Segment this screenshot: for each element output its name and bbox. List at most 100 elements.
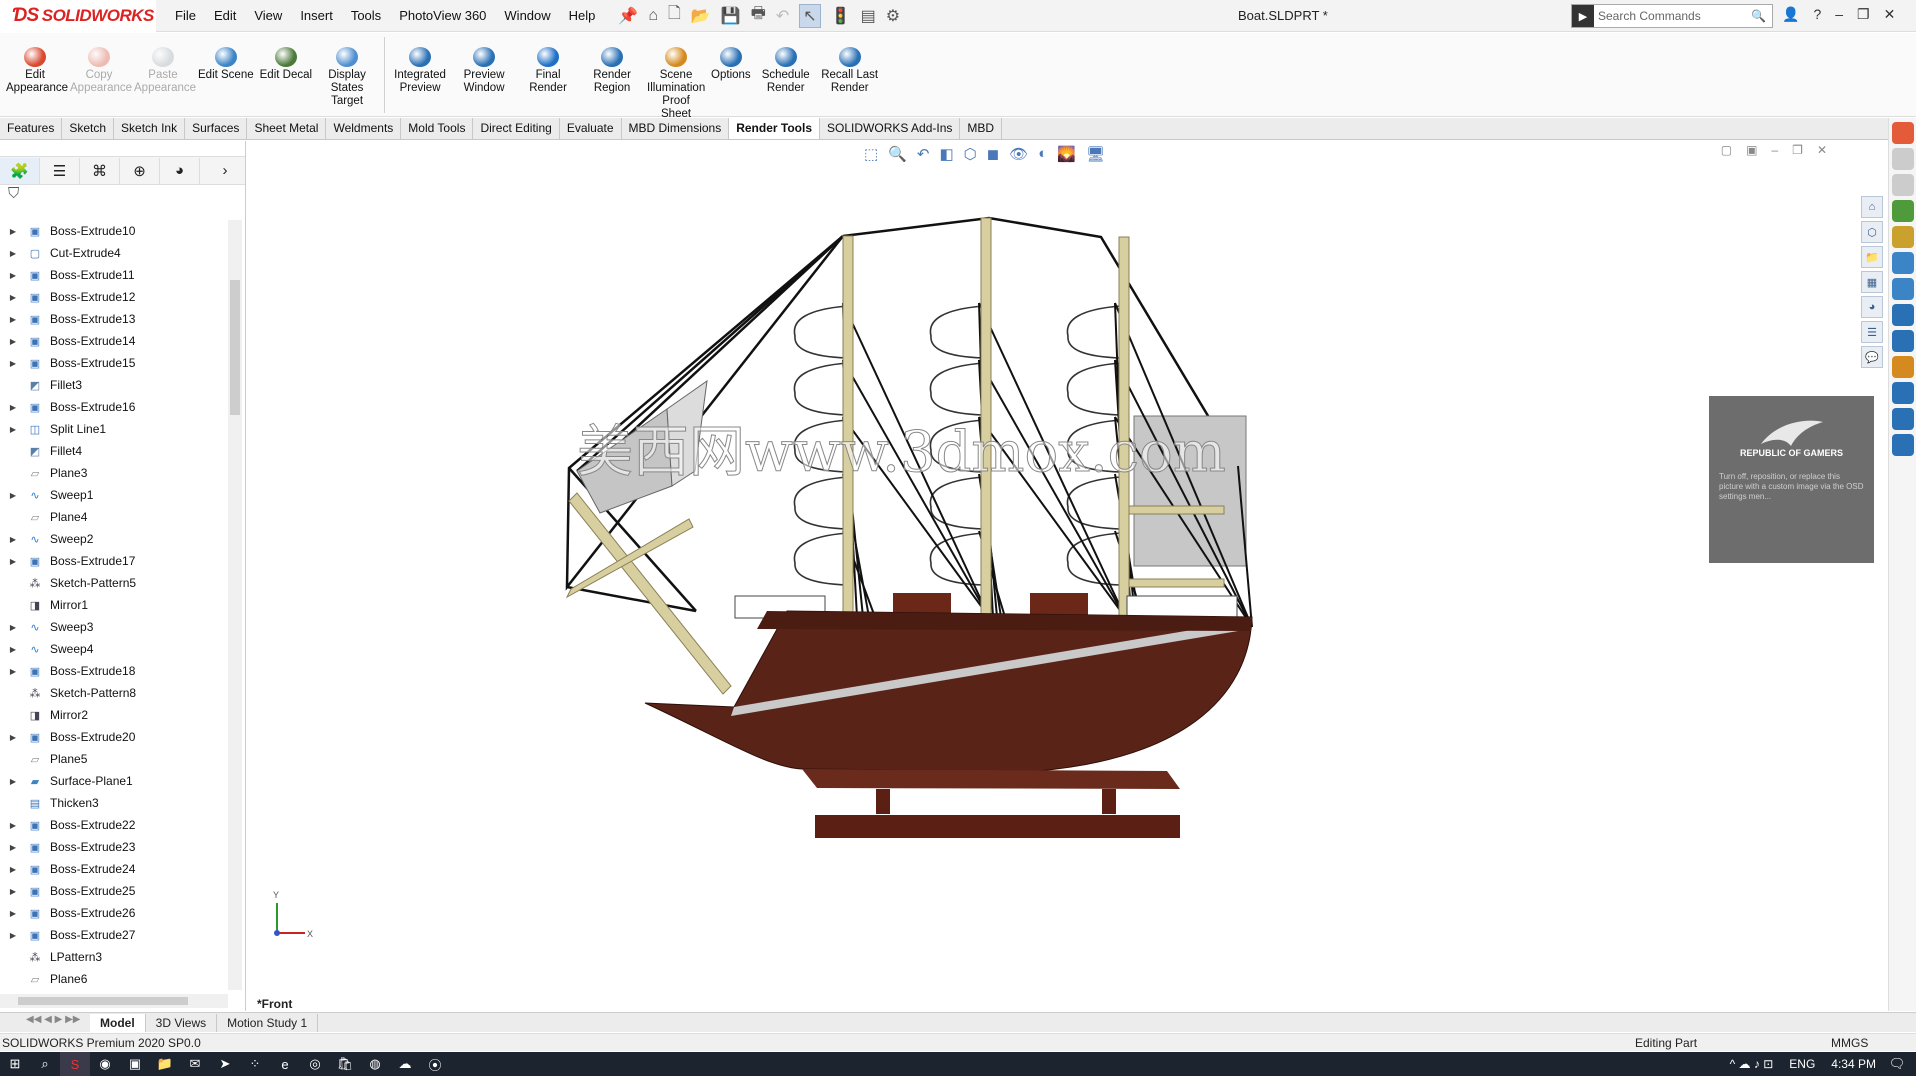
edit-decal-button[interactable]: Edit Decal [260,33,312,82]
expand-arrow-icon[interactable]: ▶ [6,271,20,280]
expand-arrow-icon[interactable]: ▶ [6,337,20,346]
expand-arrow-icon[interactable]: ▶ [6,403,20,412]
proof-sheet-pane-icon[interactable] [1892,356,1914,378]
tree-item[interactable]: ▶ ▣ Boss-Extrude23 [0,836,232,858]
tree-item[interactable]: ◩ Fillet3 [0,374,232,396]
telegram-icon[interactable]: ➤ [210,1052,240,1076]
graphics-area[interactable]: ⬚ 🔍 ↶ ◧ ⬡ ◼ 👁 ◐ 🌄 🖥 ▢ ▣ – ❐ ✕ Y X 美西网www… [247,141,1887,1011]
copy-appearance-button[interactable]: Copy Appearance [70,33,132,95]
clock[interactable]: 4:34 PM [1831,1057,1876,1071]
edit-scene-button[interactable]: Edit Scene [198,33,254,82]
menu-window[interactable]: Window [495,8,559,23]
expand-arrow-icon[interactable]: ▶ [6,821,20,830]
tab-sheet-metal[interactable]: Sheet Metal [247,118,327,139]
feature-tree-tab-icon[interactable]: 🧩 [0,157,40,184]
edit-appearance-button[interactable]: Edit Appearance [6,33,68,95]
tab-direct-editing[interactable]: Direct Editing [473,118,560,139]
tree-item[interactable]: ▶ ▣ Boss-Extrude13 [0,308,232,330]
tree-item[interactable]: ▶ ∿ Sweep2 [0,528,232,550]
tree-item[interactable]: ▶ ▣ Boss-Extrude24 [0,858,232,880]
render-region-pane-icon[interactable] [1892,330,1914,352]
expand-arrow-icon[interactable]: ▶ [6,425,20,434]
tree-vertical-scrollbar[interactable] [228,220,242,990]
scene-illumination-proof-sheet-button[interactable]: Scene Illumination Proof Sheet [647,33,705,121]
tree-item[interactable]: ▤ Thicken3 [0,792,232,814]
preview-window-button[interactable]: Preview Window [455,33,513,95]
tree-item[interactable]: ▶ ▣ Boss-Extrude16 [0,396,232,418]
close-icon[interactable]: ✕ [1884,6,1896,23]
tree-item[interactable]: ▶ ▣ Boss-Extrude12 [0,286,232,308]
dimxpert-tab-icon[interactable]: ⊕ [120,157,160,184]
paste-appearance-button[interactable]: Paste Appearance [134,33,196,95]
tree-item[interactable]: ▱ Plane6 [0,968,232,990]
appearances-pane-icon[interactable] [1892,226,1914,248]
design-library-icon[interactable] [1892,148,1914,170]
expand-arrow-icon[interactable]: ▶ [6,293,20,302]
tree-horizontal-scrollbar[interactable] [0,994,228,1008]
display-manager-tab-icon[interactable]: ◕ [160,157,200,184]
app-icon[interactable]: ◉ [90,1052,120,1076]
tree-item[interactable]: ▶ ▣ Boss-Extrude27 [0,924,232,946]
solidworks-resources-icon[interactable] [1892,122,1914,144]
render-region-button[interactable]: Render Region [583,33,641,95]
help-icon[interactable]: ? [1813,6,1821,23]
final-render-pane-icon[interactable] [1892,304,1914,326]
search-commands[interactable]: ▶ Search Commands 🔍 [1571,4,1773,28]
pin-icon[interactable]: 📌 [618,6,638,26]
property-manager-tab-icon[interactable]: ☰ [40,157,80,184]
app-icon[interactable]: ◍ [360,1052,390,1076]
tree-item[interactable]: ⁂ Sketch-Pattern5 [0,572,232,594]
appearances-icon[interactable]: ◕ [1861,296,1883,318]
app-icon[interactable]: ⁘ [240,1052,270,1076]
custom-properties-icon[interactable]: ☰ [1861,321,1883,343]
open-icon[interactable]: 📂 [691,6,711,26]
undo-icon[interactable]: ↶ [776,6,789,26]
tree-item[interactable]: ◨ Mirror1 [0,594,232,616]
tab-navigation-arrows[interactable]: ◀◀ ◀ ▶ ▶▶ [0,1014,90,1032]
expand-arrow-icon[interactable]: ▶ [6,623,20,632]
start-icon[interactable]: ⊞ [0,1052,30,1076]
file-properties-icon[interactable]: ▤ [861,6,876,26]
schedule-render-button[interactable]: Schedule Render [757,33,815,95]
view-palette-pane-icon[interactable] [1892,200,1914,222]
home-view-icon[interactable]: ⌂ [1861,196,1883,218]
recall-pane-icon[interactable] [1892,434,1914,456]
final-render-button[interactable]: Final Render [519,33,577,95]
expand-arrow-icon[interactable]: ▶ [6,359,20,368]
unit-system[interactable]: MMGS [1831,1036,1868,1050]
search-input[interactable]: Search Commands [1598,9,1701,23]
tree-item[interactable]: ▶ ▣ Boss-Extrude11 [0,264,232,286]
bottom-tab-motion-study-1[interactable]: Motion Study 1 [217,1013,319,1032]
chrome-icon[interactable]: ◎ [300,1052,330,1076]
tree-item[interactable]: ▶ ▣ Boss-Extrude22 [0,814,232,836]
menu-view[interactable]: View [245,8,291,23]
mail-icon[interactable]: ✉ [180,1052,210,1076]
user-icon[interactable]: 👤 [1782,6,1799,23]
menu-photoview-360[interactable]: PhotoView 360 [390,8,495,23]
tab-mbd[interactable]: MBD [960,118,1003,139]
tree-item[interactable]: ▱ Plane4 [0,506,232,528]
tree-item[interactable]: ▶ ◫ Split Line1 [0,418,232,440]
print-icon[interactable]: 🖶 [751,2,766,29]
expand-arrow-icon[interactable]: ▶ [6,931,20,940]
home-icon[interactable]: ⌂ [648,7,658,25]
tree-item[interactable]: ⁂ LPattern3 [0,946,232,968]
tree-item[interactable]: ▶ ▣ Boss-Extrude10 [0,220,232,242]
input-language[interactable]: ENG [1789,1057,1815,1071]
tree-item[interactable]: ▶ ▣ Boss-Extrude25 [0,880,232,902]
tab-solidworks-add-ins[interactable]: SOLIDWORKS Add-Ins [820,118,961,139]
tree-item[interactable]: ▶ ▣ Boss-Extrude14 [0,330,232,352]
view-palette-icon[interactable]: ▦ [1861,271,1883,293]
app-icon[interactable]: ▣ [120,1052,150,1076]
tree-item[interactable]: ▶ ▣ Boss-Extrude18 [0,660,232,682]
solidworks-logo[interactable]: ƊS SOLIDWORKS [0,0,156,32]
tab-sketch-ink[interactable]: Sketch Ink [114,118,186,139]
tree-item[interactable]: ▱ Plane3 [0,462,232,484]
tree-item[interactable]: ▶ ∿ Sweep1 [0,484,232,506]
expand-arrow-icon[interactable]: ▶ [6,843,20,852]
tab-weldments[interactable]: Weldments [326,118,402,139]
file-explorer-taskbar-icon[interactable]: 📁 [150,1052,180,1076]
options-gear-icon[interactable]: ⚙ [886,6,900,26]
minimize-icon[interactable]: – [1835,6,1843,23]
tray-icons[interactable]: ^ ☁ ♪ ⊡ [1730,1057,1774,1071]
